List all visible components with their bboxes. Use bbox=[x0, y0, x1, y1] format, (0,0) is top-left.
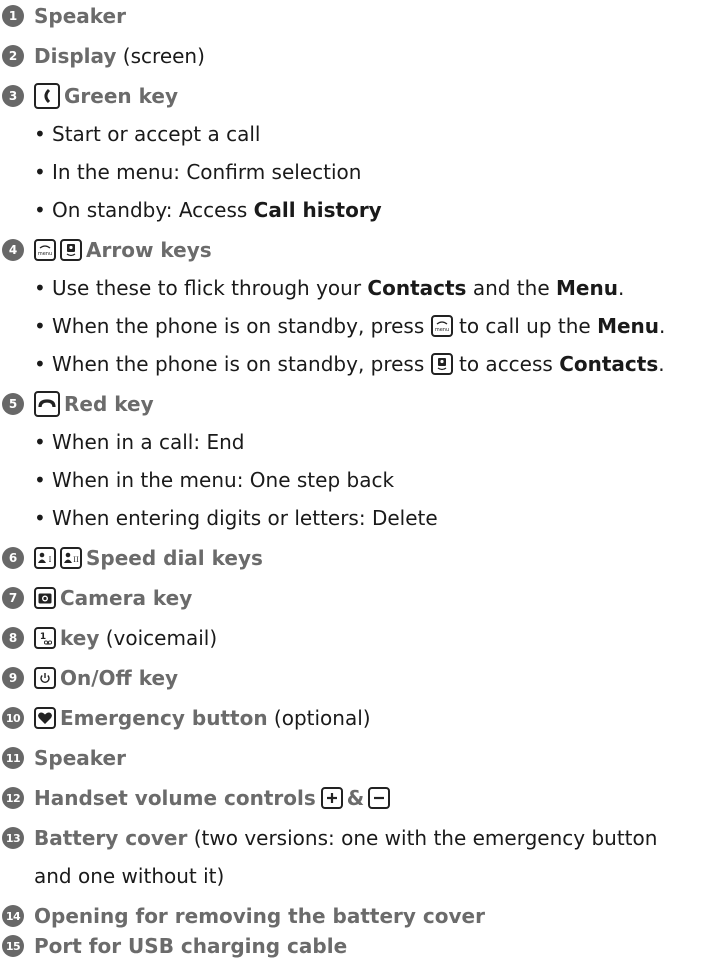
contacts-key-icon bbox=[430, 353, 453, 375]
menu-key-icon: menu bbox=[34, 239, 56, 261]
list-item: • On standby: Access Call history bbox=[34, 198, 382, 222]
item-number: 8 bbox=[2, 627, 24, 649]
heart-icon bbox=[34, 707, 56, 729]
item-label: Speed dial keys bbox=[86, 546, 263, 570]
minus-icon bbox=[368, 787, 391, 809]
item-label: key bbox=[60, 626, 100, 650]
speed-dial-1-icon: I bbox=[34, 547, 56, 569]
item-number: 5 bbox=[2, 393, 24, 415]
item-number: 7 bbox=[2, 587, 24, 609]
item-number: 11 bbox=[2, 747, 24, 769]
list-item: • Start or accept a call bbox=[34, 122, 261, 146]
list-item: • When entering digits or letters: Delet… bbox=[34, 506, 438, 530]
item-label: Camera key bbox=[60, 586, 193, 610]
item-number: 10 bbox=[2, 707, 24, 729]
item-number: 2 bbox=[2, 45, 24, 67]
svg-text:menu: menu bbox=[38, 251, 52, 257]
item-label: Display bbox=[34, 44, 117, 68]
svg-text:1: 1 bbox=[40, 632, 46, 642]
item-number: 13 bbox=[2, 827, 24, 849]
item-label: Speaker bbox=[34, 746, 126, 770]
item-number: 1 bbox=[2, 5, 24, 27]
list-item: • When the phone is on standby, press me… bbox=[34, 314, 666, 338]
camera-icon bbox=[34, 587, 56, 609]
item-label: Red key bbox=[64, 392, 154, 416]
menu-key-icon: menu bbox=[430, 315, 453, 337]
list-item: • When in a call: End bbox=[34, 430, 245, 454]
plus-icon bbox=[320, 787, 343, 809]
item-number: 15 bbox=[2, 935, 24, 957]
speed-dial-2-icon: II bbox=[60, 547, 82, 569]
red-key-icon bbox=[34, 391, 60, 417]
item-label: Speaker bbox=[34, 4, 126, 28]
green-key-icon bbox=[34, 83, 60, 109]
item-suffix: (screen) bbox=[116, 44, 205, 68]
item-number: 4 bbox=[2, 239, 24, 261]
svg-text:II: II bbox=[73, 556, 79, 564]
item-number: 6 bbox=[2, 547, 24, 569]
svg-text:menu: menu bbox=[434, 327, 448, 333]
item-label: Opening for removing the battery cover bbox=[34, 904, 485, 928]
item-number: 14 bbox=[2, 905, 24, 927]
item-label: On/Off key bbox=[60, 666, 179, 690]
item-number: 3 bbox=[2, 85, 24, 107]
contacts-key-icon bbox=[60, 239, 82, 261]
item-suffix: (optional) bbox=[267, 706, 371, 730]
item-number: 12 bbox=[2, 787, 24, 809]
item-label: Emergency button bbox=[60, 706, 268, 730]
list-item: • Use these to flick through your Contac… bbox=[34, 276, 625, 300]
voicemail-key-icon: 1 bbox=[34, 627, 56, 649]
item-label: Arrow keys bbox=[86, 238, 212, 262]
item-label: Green key bbox=[64, 84, 178, 108]
item-label: Port for USB charging cable bbox=[34, 934, 348, 958]
svg-text:I: I bbox=[49, 556, 52, 564]
item-number: 9 bbox=[2, 667, 24, 689]
power-icon bbox=[34, 667, 56, 689]
list-item: • When the phone is on standby, press to… bbox=[34, 352, 665, 376]
item-suffix: (two versions: one with the emergency bu… bbox=[187, 826, 658, 850]
list-item: • When in the menu: One step back bbox=[34, 468, 395, 492]
list-item: • In the menu: Confirm selection bbox=[34, 160, 362, 184]
item-label: Battery cover bbox=[34, 826, 188, 850]
item-continuation: and one without it) bbox=[34, 864, 225, 888]
item-suffix: (voicemail) bbox=[99, 626, 218, 650]
item-label: Handset volume controls bbox=[34, 786, 316, 810]
